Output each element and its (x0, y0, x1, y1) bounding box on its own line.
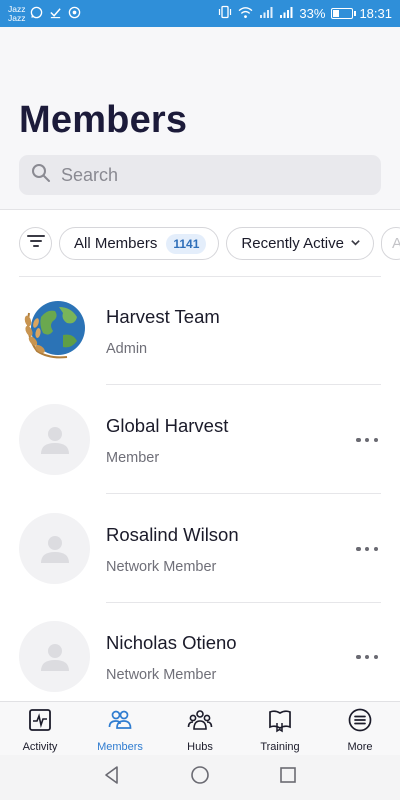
row-divider (106, 384, 381, 385)
battery-fill (333, 10, 340, 17)
search-bar[interactable] (19, 155, 381, 195)
clock: 18:31 (359, 6, 392, 21)
more-options-button[interactable] (356, 651, 378, 663)
avatar (19, 404, 90, 475)
bottom-tab-bar: Activity Members Hubs Training More (0, 701, 400, 755)
tab-members[interactable]: Members (80, 702, 160, 755)
tab-label: More (347, 741, 373, 753)
globe-wheat-logo-icon (24, 301, 85, 359)
signal-icon-1 (259, 6, 273, 22)
member-row[interactable]: Harvest Team Admin (0, 277, 400, 385)
more-menu-icon (347, 707, 373, 738)
member-name[interactable]: Global Harvest (106, 415, 228, 437)
members-list-area[interactable]: All Members 1141 Recently Active A Harve… (0, 210, 400, 701)
member-role: Network Member (106, 667, 217, 683)
carrier-labels: Jazz Jazz (8, 4, 26, 23)
search-input[interactable] (61, 164, 361, 186)
sort-dropdown[interactable]: Recently Active (226, 227, 374, 260)
page-title: Members (19, 99, 188, 141)
chevron-down-icon (344, 235, 361, 252)
system-nav-bar (0, 755, 400, 800)
tab-more[interactable]: More (320, 702, 400, 755)
status-bar: Jazz Jazz 33% 18:31 (0, 0, 400, 27)
member-row[interactable]: Global Harvest Member (0, 386, 400, 494)
sort-label: Recently Active (241, 235, 344, 252)
whatsapp-icon (30, 6, 43, 22)
system-status: 33% 18:31 (218, 5, 392, 22)
tab-label: Members (97, 741, 143, 753)
filter-icon (26, 234, 45, 253)
wifi-icon (238, 6, 253, 22)
member-role: Member (106, 450, 160, 466)
vibrate-icon (218, 5, 232, 22)
activity-icon (27, 707, 53, 738)
member-count-badge: 1141 (166, 233, 207, 254)
check-icon (49, 6, 62, 22)
avatar (19, 621, 90, 692)
user-placeholder-icon (40, 426, 69, 454)
filter-bar: All Members 1141 Recently Active A (19, 227, 400, 260)
more-options-button[interactable] (356, 434, 378, 446)
partial-filter-chip[interactable]: A (380, 227, 400, 260)
tab-label: Activity (22, 741, 58, 753)
tab-hubs[interactable]: Hubs (160, 702, 240, 755)
member-role: Network Member (106, 559, 217, 575)
search-icon (31, 163, 51, 188)
row-divider (106, 493, 381, 494)
training-icon (267, 707, 293, 738)
hubs-icon (187, 707, 213, 738)
member-name[interactable]: Harvest Team (106, 306, 220, 328)
member-name[interactable]: Rosalind Wilson (106, 524, 239, 546)
battery-percent: 33% (299, 6, 326, 21)
member-row[interactable]: Nicholas Otieno Network Member (0, 603, 400, 701)
tab-activity[interactable]: Activity (0, 702, 80, 755)
avatar (19, 295, 90, 366)
carrier-2: Jazz (8, 12, 26, 23)
filter-button[interactable] (19, 227, 52, 260)
member-row[interactable]: Rosalind Wilson Network Member (0, 495, 400, 603)
header: Members (0, 27, 400, 209)
tab-label: Hubs (187, 741, 213, 753)
tab-label: Training (260, 741, 300, 753)
recents-icon[interactable] (278, 765, 298, 790)
user-placeholder-icon (40, 643, 69, 671)
chrome-icon (68, 6, 81, 22)
all-members-chip[interactable]: All Members 1141 (59, 227, 220, 260)
member-name[interactable]: Nicholas Otieno (106, 632, 237, 654)
user-placeholder-icon (40, 535, 69, 563)
partial-chip-label: A (391, 235, 400, 252)
back-icon[interactable] (102, 765, 122, 790)
avatar (19, 513, 90, 584)
member-role: Admin (106, 341, 148, 357)
notification-icons (30, 6, 81, 22)
all-members-label: All Members (74, 235, 158, 252)
signal-icon-2 (279, 6, 293, 22)
battery-icon (331, 8, 357, 19)
home-icon[interactable] (190, 765, 210, 790)
tab-training[interactable]: Training (240, 702, 320, 755)
members-icon (107, 707, 133, 738)
more-options-button[interactable] (356, 543, 378, 555)
